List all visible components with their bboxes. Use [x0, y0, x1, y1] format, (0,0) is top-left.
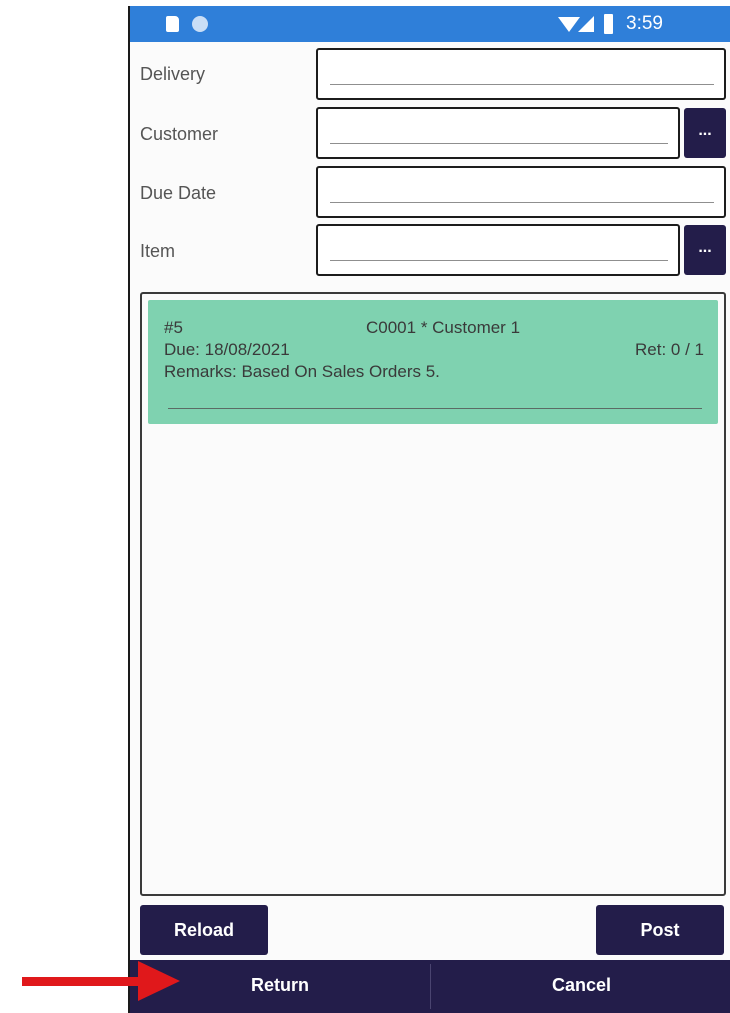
due-date-field[interactable]: [316, 166, 726, 218]
annotation-arrow-icon: [22, 961, 180, 1001]
item-field[interactable]: [316, 224, 680, 276]
status-bar: 3:59: [130, 6, 730, 42]
sd-card-icon: [166, 16, 179, 32]
delivery-label: Delivery: [140, 64, 206, 84]
list-item[interactable]: #5 C0001 * Customer 1 Due: 18/08/2021 Re…: [148, 300, 718, 424]
item-more-button[interactable]: ...: [684, 225, 726, 275]
item-field-underline: [330, 260, 668, 261]
list-item-customer: C0001 * Customer 1: [366, 318, 521, 337]
delivery-field-underline: [330, 84, 714, 85]
customer-label: Customer: [140, 124, 219, 144]
cancel-button[interactable]: Cancel: [431, 960, 730, 1013]
list-item-due-date: Due: 18/08/2021: [164, 340, 290, 359]
customer-field-underline: [330, 143, 668, 144]
post-button[interactable]: Post: [596, 905, 724, 955]
battery-icon: [604, 14, 613, 34]
app-screen: 3:59 Delivery Customer ... Due Date Item…: [128, 6, 730, 1013]
reload-button[interactable]: Reload: [140, 905, 268, 955]
list-item-divider: [168, 408, 702, 409]
list-item-number: #5: [164, 318, 183, 337]
annotation-arrow-head: [138, 961, 180, 1001]
due-date-field-underline: [330, 202, 714, 203]
customer-more-button[interactable]: ...: [684, 108, 726, 158]
due-date-label: Due Date: [140, 183, 217, 203]
item-label: Item: [140, 241, 176, 261]
circle-notification-icon: [192, 16, 208, 32]
delivery-list[interactable]: #5 C0001 * Customer 1 Due: 18/08/2021 Re…: [140, 292, 726, 896]
list-item-return-count: Ret: 0 / 1: [635, 340, 704, 359]
signal-icon: [578, 16, 594, 32]
delivery-field[interactable]: [316, 48, 726, 100]
annotation-arrow-shaft: [22, 977, 142, 986]
list-item-remarks: Remarks: Based On Sales Orders 5.: [164, 362, 440, 381]
bottom-bar: Return Cancel: [130, 960, 730, 1013]
status-time: 3:59: [626, 13, 663, 34]
customer-field[interactable]: [316, 107, 680, 159]
wifi-icon: [558, 17, 580, 32]
